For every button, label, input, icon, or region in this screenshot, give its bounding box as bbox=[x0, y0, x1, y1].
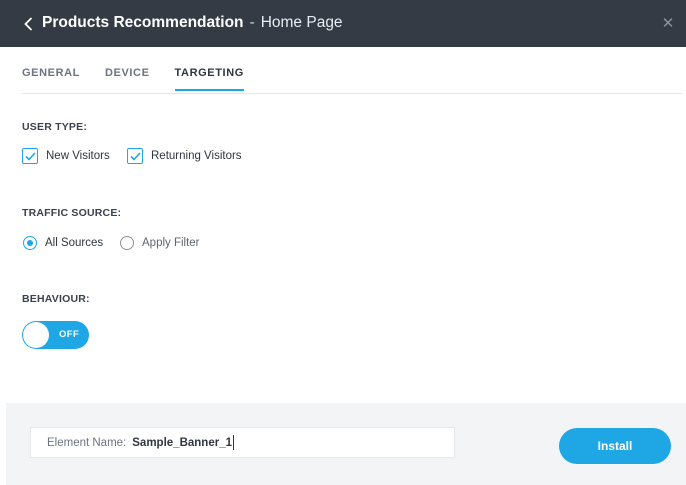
element-name-label: Element Name: bbox=[47, 436, 127, 449]
apply-filter-radio[interactable]: Apply Filter bbox=[120, 236, 200, 250]
install-button[interactable]: Install bbox=[559, 428, 671, 464]
new-visitors-label: New Visitors bbox=[46, 150, 110, 162]
text-cursor bbox=[232, 435, 234, 450]
returning-visitors-checkbox[interactable]: Returning Visitors bbox=[127, 148, 242, 164]
title-subtitle: Home Page bbox=[260, 14, 343, 31]
tab-bar: GENERAL DEVICE TARGETING bbox=[22, 67, 269, 91]
tab-targeting[interactable]: TARGETING bbox=[174, 67, 245, 91]
user-type-label: USER TYPE: bbox=[22, 121, 88, 133]
new-visitors-checkbox[interactable]: New Visitors bbox=[22, 148, 110, 164]
radio-unselected-icon bbox=[120, 236, 134, 250]
title-main: Products Recommendation bbox=[42, 14, 244, 31]
all-sources-label: All Sources bbox=[45, 237, 104, 249]
tab-general[interactable]: GENERAL bbox=[22, 67, 80, 89]
toggle-knob bbox=[23, 322, 49, 348]
element-name-value[interactable]: Sample_Banner_1 bbox=[132, 437, 232, 449]
tab-device[interactable]: DEVICE bbox=[105, 67, 150, 89]
traffic-source-label: TRAFFIC SOURCE: bbox=[22, 207, 122, 219]
checkbox-checked-icon bbox=[127, 148, 143, 164]
toggle-state-text: OFF bbox=[59, 329, 80, 340]
title-separator: - bbox=[249, 14, 255, 31]
chevron-left-icon[interactable] bbox=[20, 14, 36, 34]
close-icon[interactable]: ✕ bbox=[660, 14, 676, 32]
element-name-field[interactable]: Element Name: Sample_Banner_1 bbox=[30, 427, 455, 458]
apply-filter-label: Apply Filter bbox=[142, 237, 200, 249]
returning-visitors-label: Returning Visitors bbox=[151, 150, 242, 162]
tabs-divider bbox=[22, 93, 682, 94]
behaviour-toggle[interactable]: OFF bbox=[22, 321, 89, 349]
radio-selected-icon bbox=[23, 236, 37, 250]
all-sources-radio[interactable]: All Sources bbox=[23, 236, 103, 250]
modal-title: Products Recommendation - Home Page bbox=[42, 14, 343, 32]
behaviour-label: BEHAVIOUR: bbox=[22, 293, 90, 305]
modal-header: Products Recommendation - Home Page ✕ bbox=[0, 0, 686, 47]
checkbox-checked-icon bbox=[22, 148, 38, 164]
